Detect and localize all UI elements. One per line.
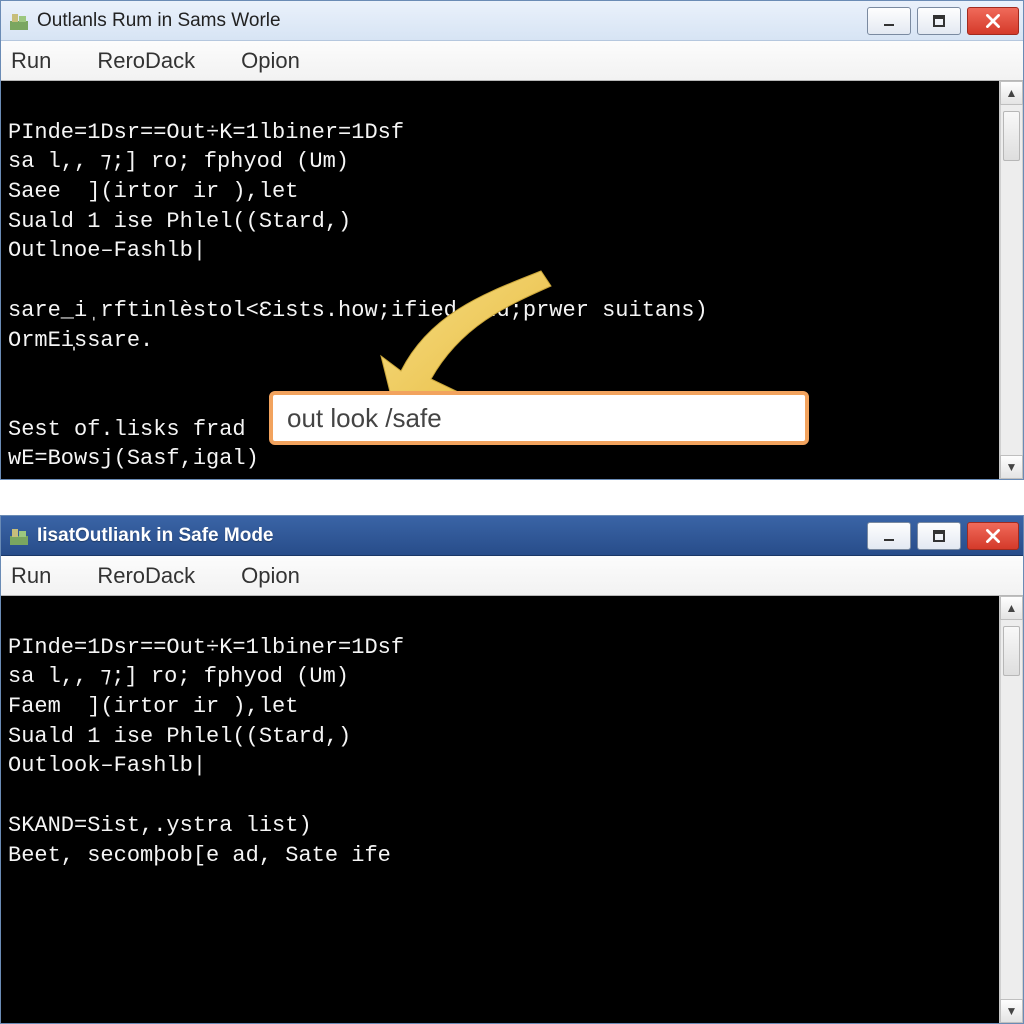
term-line: Suald 1 ise Phlel((Stard,) — [8, 209, 351, 234]
scroll-up-icon[interactable]: ▲ — [1000, 81, 1023, 105]
term-line: PInde=1Dsr==Out÷K=1lbiner=1Dsf — [8, 120, 404, 145]
minimize-button[interactable] — [867, 522, 911, 550]
titlebar[interactable]: IisatOutliank in Safe Mode — [1, 516, 1023, 556]
menu-opion[interactable]: Opion — [235, 44, 306, 78]
term-line: Saee ](irtor ir ),let — [8, 179, 298, 204]
scroll-up-icon[interactable]: ▲ — [1000, 596, 1023, 620]
maximize-button[interactable] — [917, 7, 961, 35]
term-line: sa l,, ⁊;] ro; fphyod (Um) — [8, 149, 349, 174]
terminal-output[interactable]: PInde=1Dsr==Out÷K=1lbiner=1Dsf sa l,, ⁊;… — [1, 596, 999, 1023]
term-line: Suald 1 ise Phlel((Stard,) — [8, 724, 351, 749]
terminal-area: PInde=1Dsr==Out÷K=1lbiner=1Dsf sa l,, ⁊;… — [1, 596, 1023, 1023]
run-command-text: out look /safe — [287, 403, 442, 434]
scrollbar-thumb[interactable] — [1003, 626, 1020, 676]
scrollbar-thumb[interactable] — [1003, 111, 1020, 161]
window-title: Outlanls Rum in Sams Worle — [37, 10, 867, 32]
menubar: Run ReroDack Opion — [1, 556, 1023, 596]
term-line: Sest of.lisks frad — [8, 417, 246, 442]
vertical-scrollbar[interactable]: ▲ ▼ — [999, 596, 1023, 1023]
term-line: OrmEi̩ssare. — [8, 328, 153, 353]
window-top: Outlanls Rum in Sams Worle Run ReroDack … — [0, 0, 1024, 480]
term-line: sa l,, ⁊;] ro; fphyod (Um) — [8, 664, 349, 689]
term-line: PInde=1Dsr==Out÷K=1lbiner=1Dsf — [8, 635, 404, 660]
window-controls — [867, 7, 1019, 35]
close-button[interactable] — [967, 522, 1019, 550]
menu-run[interactable]: Run — [5, 44, 57, 78]
menu-opion[interactable]: Opion — [235, 559, 306, 593]
window-title-prefix: IisatOutliank — [37, 525, 151, 546]
term-line: Outlook–Fashlb| — [8, 753, 206, 778]
term-line: Beet, secomþob[e ad, Sate ife — [8, 843, 391, 868]
window-title-tail: in Safe Mode — [151, 525, 273, 546]
window-title: IisatOutliank in Safe Mode — [37, 525, 867, 547]
app-icon — [9, 11, 29, 31]
window-controls — [867, 522, 1019, 550]
term-line: wE=Bowsj(Sasf,igal) — [8, 446, 259, 471]
term-line: Faem ](irtor ir ),let — [8, 694, 298, 719]
app-icon — [9, 526, 29, 546]
menu-rerodack[interactable]: ReroDack — [91, 559, 201, 593]
menu-rerodack[interactable]: ReroDack — [91, 44, 201, 78]
run-command-input[interactable]: out look /safe — [269, 391, 809, 445]
titlebar[interactable]: Outlanls Rum in Sams Worle — [1, 1, 1023, 41]
scrollbar-track[interactable] — [1000, 105, 1023, 455]
term-line: Outlnoe–Fashlb| — [8, 238, 206, 263]
menubar: Run ReroDack Opion — [1, 41, 1023, 81]
menu-run[interactable]: Run — [5, 559, 57, 593]
term-line: SKAND=Sist,.ystra list) — [8, 813, 312, 838]
scroll-down-icon[interactable]: ▼ — [1000, 999, 1023, 1023]
term-line: sare_iˌrftinlèstol<Ɛists.how;ified-and;p… — [8, 298, 708, 323]
maximize-button[interactable] — [917, 522, 961, 550]
scrollbar-track[interactable] — [1000, 620, 1023, 999]
close-button[interactable] — [967, 7, 1019, 35]
scroll-down-icon[interactable]: ▼ — [1000, 455, 1023, 479]
window-bottom: IisatOutliank in Safe Mode Run ReroDack … — [0, 515, 1024, 1024]
vertical-scrollbar[interactable]: ▲ ▼ — [999, 81, 1023, 479]
minimize-button[interactable] — [867, 7, 911, 35]
